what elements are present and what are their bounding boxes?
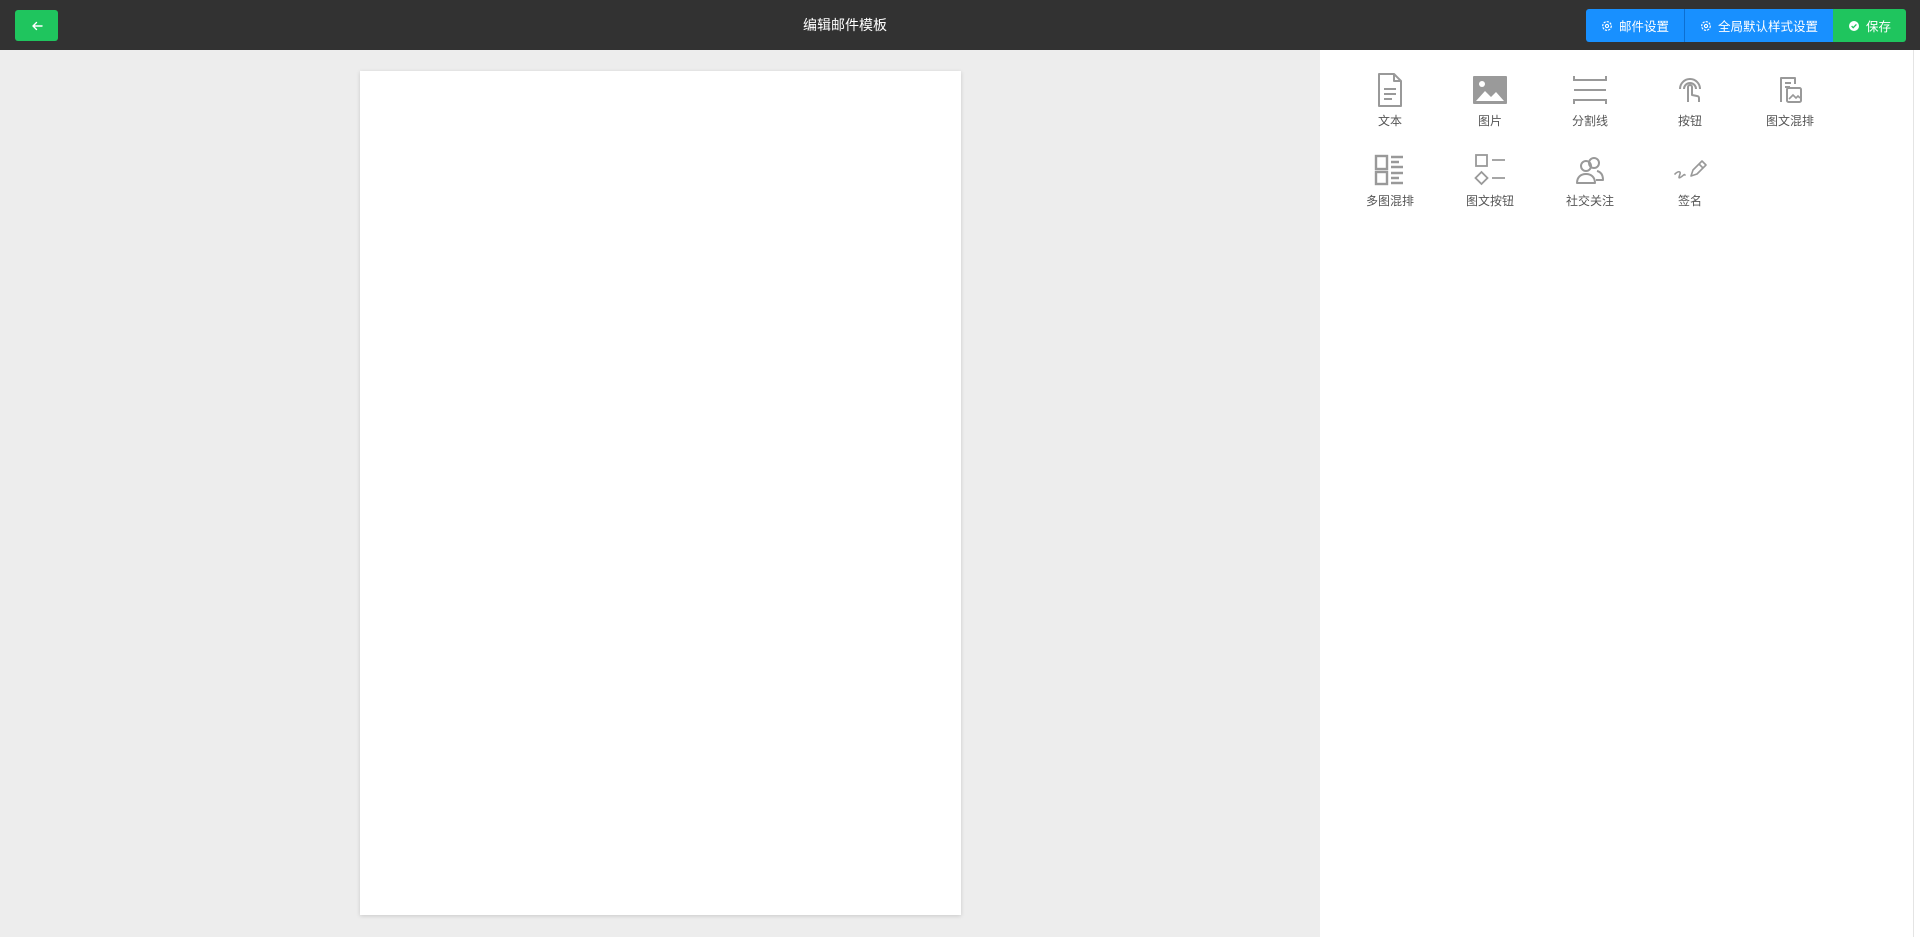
component-image[interactable]: 图片 — [1440, 72, 1540, 130]
global-style-label: 全局默认样式设置 — [1717, 20, 1818, 34]
component-social-follow[interactable]: 社交关注 — [1540, 152, 1640, 210]
signature-icon — [1674, 160, 1707, 179]
component-label: 按钮 — [1677, 114, 1702, 128]
top-toolbar: 编辑邮件模板 邮件设置 全局默认样式设置 保存 — [0, 0, 1920, 50]
image-icon — [1473, 76, 1507, 104]
component-label: 多图混排 — [1365, 194, 1414, 208]
component-multi-image[interactable]: 多图混排 — [1340, 152, 1440, 210]
component-grid: 文本 图片 分割线 按钮 图文混排 多图混排 图文按钮 社交关注 签名 — [1340, 72, 1860, 210]
component-text[interactable]: 文本 — [1340, 72, 1440, 130]
component-divider[interactable]: 分割线 — [1540, 72, 1640, 130]
component-label: 社交关注 — [1565, 194, 1614, 208]
global-style-button[interactable]: 全局默认样式设置 — [1683, 9, 1833, 42]
social-follow-icon — [1576, 157, 1604, 184]
gear-icon — [1701, 20, 1711, 31]
save-button[interactable]: 保存 — [1832, 9, 1906, 42]
check-circle-icon — [1848, 20, 1859, 31]
component-signature[interactable]: 签名 — [1640, 152, 1740, 210]
gear-icon — [1602, 20, 1612, 31]
component-panel: 文本 图片 分割线 按钮 图文混排 多图混排 图文按钮 社交关注 签名 — [1320, 50, 1920, 937]
mail-settings-button[interactable]: 邮件设置 — [1585, 9, 1684, 42]
component-image-text[interactable]: 图文混排 — [1740, 72, 1840, 130]
header-button-group: 邮件设置 全局默认样式设置 保存 — [1585, 9, 1906, 42]
image-text-button-icon — [1474, 154, 1505, 186]
component-label: 图文混排 — [1765, 114, 1814, 128]
component-button[interactable]: 按钮 — [1640, 72, 1740, 130]
text-document-icon — [1378, 73, 1402, 107]
component-image-text-button[interactable]: 图文按钮 — [1440, 152, 1540, 210]
component-label: 图片 — [1477, 114, 1502, 128]
component-label: 分割线 — [1571, 114, 1608, 128]
mail-settings-label: 邮件设置 — [1618, 20, 1669, 34]
divider-icon — [1573, 76, 1607, 104]
tap-button-icon — [1679, 78, 1701, 102]
panel-scrollbar[interactable] — [1913, 50, 1914, 937]
multi-image-mix-icon — [1374, 154, 1403, 186]
component-label: 签名 — [1677, 194, 1702, 208]
email-canvas[interactable] — [360, 71, 961, 915]
page-title: 编辑邮件模板 — [803, 17, 887, 33]
save-label: 保存 — [1865, 20, 1891, 34]
component-label: 文本 — [1377, 114, 1402, 128]
image-text-mix-icon — [1780, 77, 1802, 103]
component-label: 图文按钮 — [1465, 194, 1514, 208]
